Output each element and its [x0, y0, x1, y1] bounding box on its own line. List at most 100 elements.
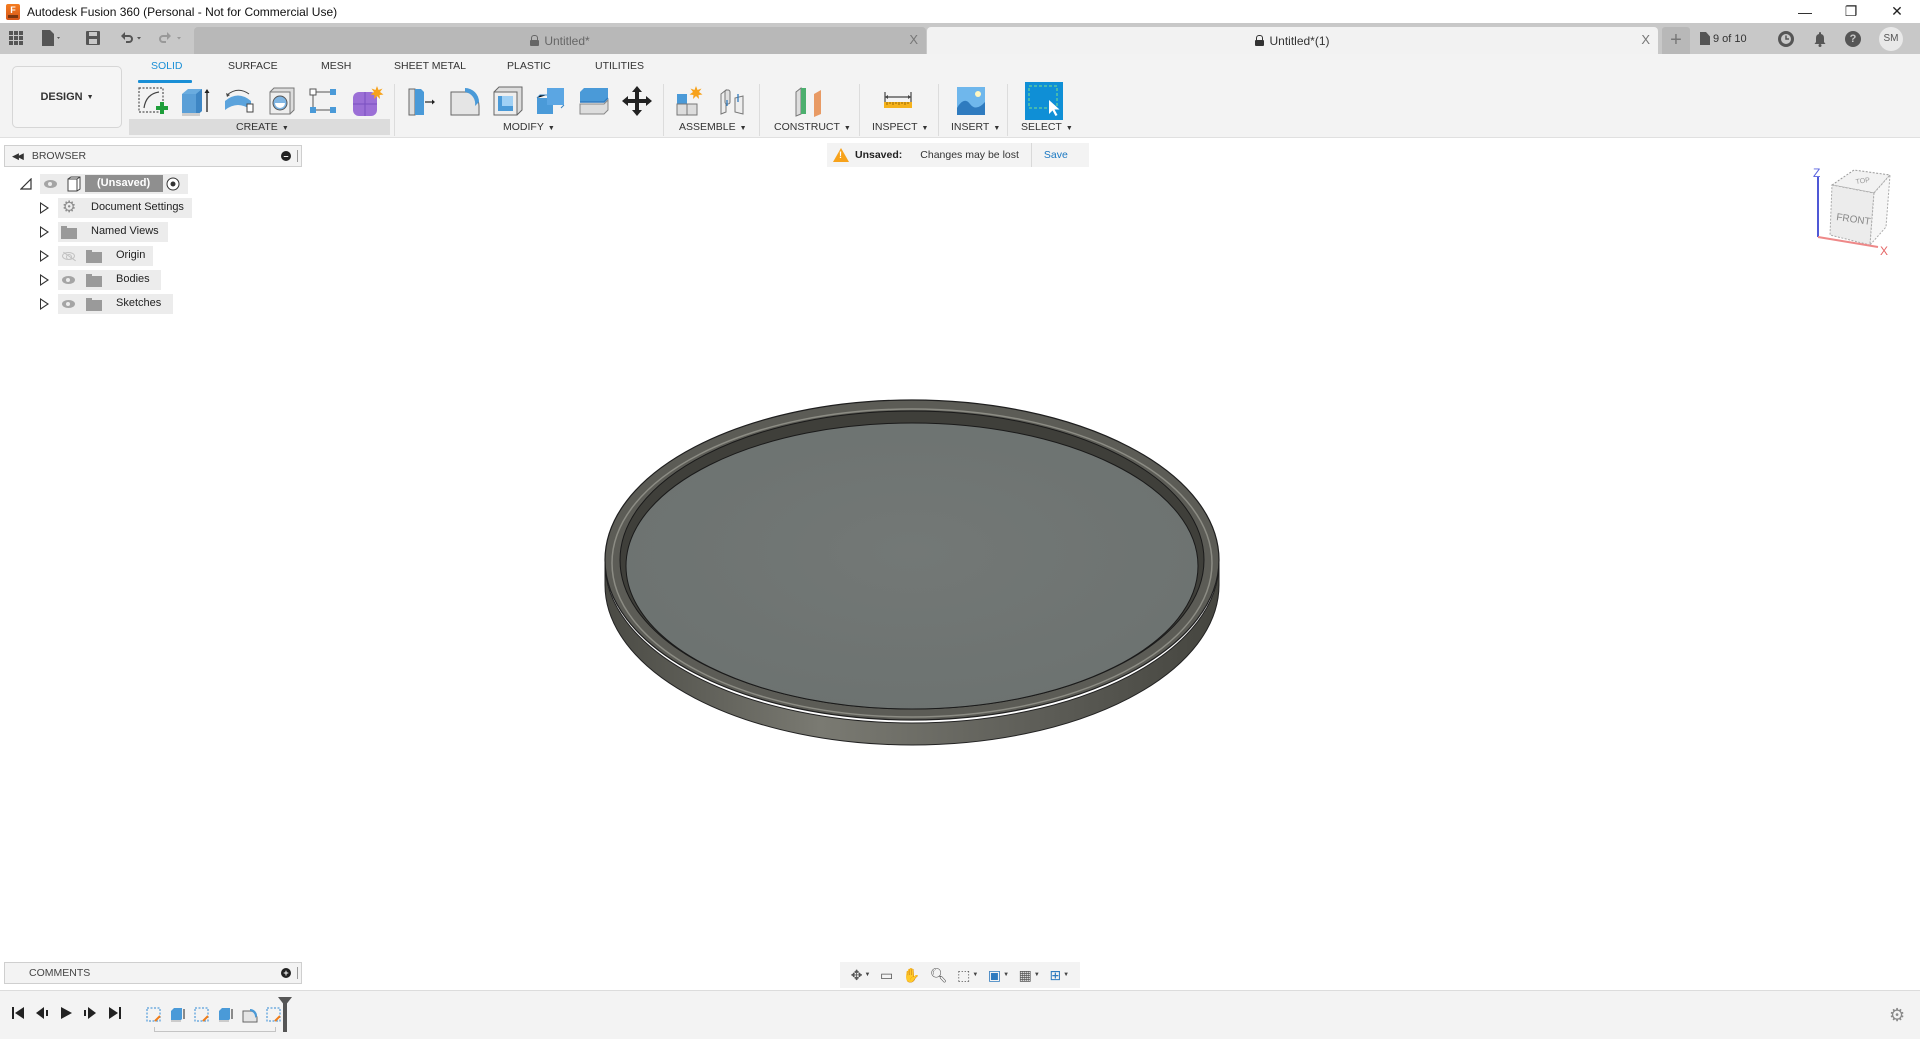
- close-tab-button[interactable]: X: [909, 32, 918, 47]
- undo-button[interactable]: [119, 29, 145, 47]
- inspect-menu[interactable]: INSPECT ▼: [872, 121, 928, 133]
- construct-menu[interactable]: CONSTRUCT ▼: [774, 121, 851, 133]
- insert-image-tool[interactable]: [954, 84, 988, 118]
- comments-panel-header[interactable]: COMMENTS +: [4, 962, 302, 984]
- expand-triangle-icon[interactable]: [40, 274, 49, 286]
- timeline-sketch-icon[interactable]: [194, 1007, 210, 1023]
- pan-button[interactable]: ✋: [903, 967, 920, 984]
- window-select-tool[interactable]: [1025, 82, 1063, 120]
- document-tab-untitled-1[interactable]: Untitled*(1) X: [927, 27, 1658, 54]
- user-avatar[interactable]: SM: [1879, 27, 1903, 51]
- close-window-button[interactable]: ✕: [1874, 0, 1920, 23]
- browser-title: BROWSER: [31, 150, 87, 162]
- extrude-tool[interactable]: [178, 84, 212, 118]
- timeline-sketch-icon[interactable]: [266, 1007, 282, 1023]
- new-tab-button[interactable]: +: [1662, 27, 1690, 54]
- tab-utilities[interactable]: UTILITIES: [595, 60, 644, 72]
- help-button[interactable]: ?: [1845, 31, 1861, 47]
- insert-menu[interactable]: INSERT ▼: [951, 121, 1000, 133]
- shell-tool[interactable]: [491, 84, 525, 118]
- modify-menu[interactable]: MODIFY ▼: [503, 121, 555, 133]
- create-menu[interactable]: CREATE ▼: [236, 121, 289, 133]
- eye-icon[interactable]: [62, 300, 75, 308]
- restore-button[interactable]: ❐: [1828, 0, 1874, 23]
- revolve-tool[interactable]: [221, 84, 255, 118]
- tab-mesh[interactable]: MESH: [321, 60, 351, 72]
- timeline-extrude-icon[interactable]: [218, 1007, 234, 1023]
- rectangular-pattern-tool[interactable]: [307, 84, 341, 118]
- document-tab-untitled[interactable]: Untitled* X: [194, 27, 926, 54]
- zoom-button[interactable]: 🔍︎: [930, 967, 948, 984]
- save-button[interactable]: [86, 29, 100, 47]
- display-settings-button[interactable]: ▣ ▼: [988, 967, 1009, 984]
- move-copy-tool[interactable]: [620, 84, 654, 118]
- tab-surface[interactable]: SURFACE: [228, 60, 278, 72]
- step-forward-icon[interactable]: [83, 1006, 97, 1020]
- timeline-extrude-icon[interactable]: [170, 1007, 186, 1023]
- eye-icon[interactable]: [44, 180, 57, 188]
- disc-recessed-face: [625, 422, 1199, 710]
- revolve-icon: [225, 89, 254, 113]
- viewports-button[interactable]: ⊞ ▼: [1049, 967, 1069, 984]
- new-component-tool[interactable]: [674, 84, 708, 118]
- save-link[interactable]: Save: [1044, 149, 1068, 161]
- timeline-sketch-icon[interactable]: [146, 1007, 162, 1023]
- play-icon[interactable]: [59, 1006, 73, 1020]
- chevron-down-icon: ▼: [281, 125, 289, 132]
- fillet-tool[interactable]: [448, 84, 482, 118]
- tab-solid[interactable]: SOLID: [151, 60, 183, 72]
- tab-plastic[interactable]: PLASTIC: [507, 60, 551, 72]
- collapse-panel-icon[interactable]: ◀◀: [12, 151, 24, 162]
- go-to-end-icon[interactable]: [108, 1006, 122, 1020]
- model-viewport-body[interactable]: [600, 393, 1230, 758]
- expand-triangle-icon[interactable]: [40, 226, 49, 238]
- panel-resize-handle[interactable]: [297, 967, 299, 979]
- look-at-button[interactable]: ▭: [880, 967, 893, 984]
- browser-panel-header[interactable]: ◀◀ BROWSER –: [4, 145, 302, 167]
- view-cube[interactable]: TOP FRONT Z X: [1812, 165, 1912, 260]
- expand-triangle-icon[interactable]: [40, 298, 49, 310]
- display-monitor-icon: ▣: [987, 966, 1002, 983]
- minimize-button[interactable]: —: [1782, 0, 1828, 23]
- workspace-switcher[interactable]: DESIGN ▼: [12, 66, 122, 128]
- history-button[interactable]: [1778, 31, 1794, 47]
- fit-button[interactable]: ⬚ ▼: [957, 967, 978, 984]
- orbit-button[interactable]: ✥ ▼: [851, 967, 871, 984]
- redo-button[interactable]: [159, 29, 185, 47]
- activate-radio-icon[interactable]: [166, 177, 180, 191]
- add-comment-icon[interactable]: +: [281, 968, 291, 978]
- assemble-menu[interactable]: ASSEMBLE ▼: [679, 121, 747, 133]
- expand-triangle-icon[interactable]: [40, 250, 49, 262]
- measure-tool[interactable]: [881, 84, 915, 118]
- expanded-triangle-icon[interactable]: [20, 178, 32, 190]
- notifications-button[interactable]: [1812, 31, 1828, 47]
- eye-hidden-icon[interactable]: [62, 252, 75, 260]
- toolbar-ribbon: DESIGN ▼ SOLID SURFACE MESH SHEET METAL …: [0, 54, 1920, 138]
- tab-sheet-metal[interactable]: SHEET METAL: [394, 60, 466, 72]
- create-form-tool[interactable]: [350, 84, 384, 118]
- pin-panel-icon[interactable]: –: [281, 151, 291, 161]
- step-back-icon[interactable]: [35, 1006, 49, 1020]
- offset-plane-tool[interactable]: [793, 84, 827, 118]
- eye-icon[interactable]: [62, 276, 75, 284]
- timeline-settings-gear-icon[interactable]: ⚙: [1889, 1005, 1905, 1026]
- data-panel-button[interactable]: [9, 29, 23, 47]
- timeline-marker-handle[interactable]: [278, 997, 292, 1032]
- grid-settings-button[interactable]: ▦ ▼: [1019, 967, 1040, 984]
- panel-resize-handle[interactable]: [297, 150, 299, 162]
- press-pull-tool[interactable]: [406, 84, 440, 118]
- inspect-label: INSPECT: [872, 121, 918, 133]
- combine-tool[interactable]: [534, 84, 568, 118]
- create-sketch-tool[interactable]: [136, 84, 170, 118]
- timeline-fillet-icon[interactable]: [242, 1007, 258, 1023]
- close-tab-button[interactable]: X: [1641, 32, 1650, 47]
- go-to-start-icon[interactable]: [11, 1006, 25, 1020]
- offset-face-tool[interactable]: [577, 84, 611, 118]
- joint-tool[interactable]: [716, 84, 750, 118]
- expand-triangle-icon[interactable]: [40, 202, 49, 214]
- file-menu-button[interactable]: [41, 29, 63, 47]
- hole-tool[interactable]: [264, 84, 298, 118]
- chevron-down-icon: ▼: [921, 125, 929, 132]
- select-menu[interactable]: SELECT ▼: [1021, 121, 1073, 133]
- job-status-button[interactable]: 9 of 10: [1700, 32, 1747, 45]
